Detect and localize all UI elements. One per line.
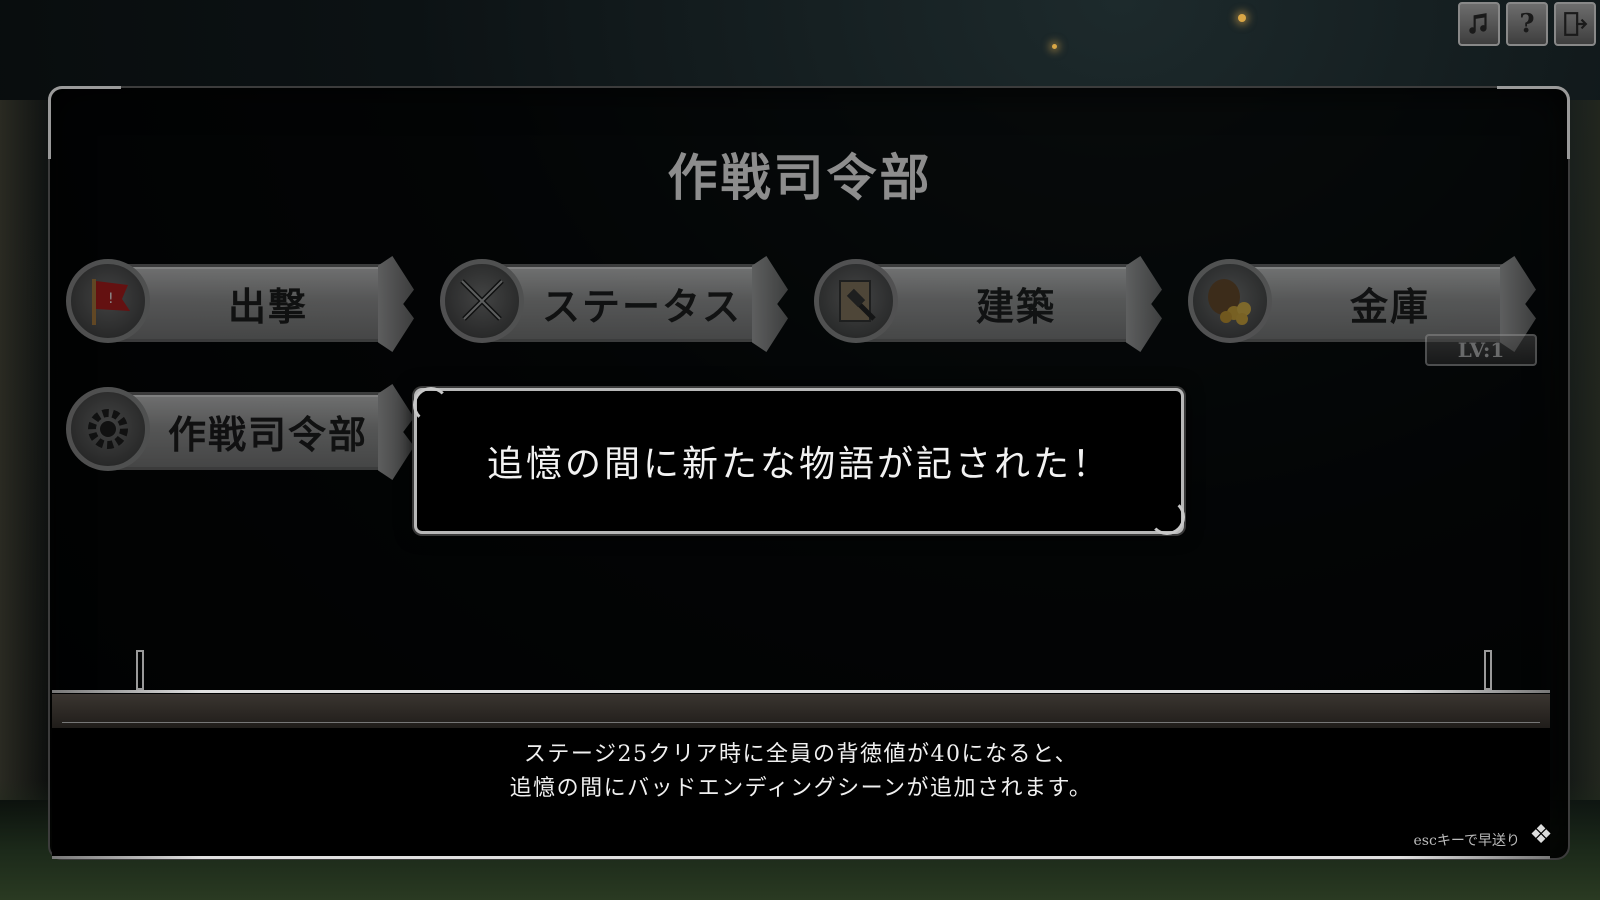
frame-ornament-right: [1484, 650, 1492, 690]
build-label: 建築: [975, 283, 1056, 329]
skip-hint: escキーで早送り: [1413, 833, 1520, 849]
fast-forward-ornament-icon[interactable]: ❖: [1526, 820, 1556, 850]
background-light: [1052, 44, 1057, 49]
gear-icon: [66, 387, 150, 471]
ornament-curl: [413, 387, 449, 423]
frame-ornament-left: [136, 650, 144, 690]
exit-door-icon: [1564, 12, 1588, 36]
build-button[interactable]: 建築: [806, 256, 1162, 352]
background-light: [1238, 14, 1246, 22]
vault-label: 金庫: [1349, 283, 1430, 329]
notification-text: 追憶の間に新たな物語が記された！: [486, 444, 1111, 485]
red-flag-icon: !: [66, 259, 150, 343]
sortie-button[interactable]: ! 出撃: [58, 256, 414, 352]
vault-level-badge: LV:1: [1425, 334, 1537, 366]
command-hq-button[interactable]: 作戦司令部: [58, 384, 414, 480]
status-label: ステータス: [541, 283, 742, 329]
exit-button[interactable]: [1554, 2, 1596, 46]
message-text: ステージ25クリア時に全員の背徳値が40になると、 追憶の間にバッドエンディング…: [52, 738, 1550, 806]
crossed-swords-icon: [440, 259, 524, 343]
help-button[interactable]: ?: [1506, 2, 1548, 46]
music-note-icon: [1469, 13, 1487, 34]
ornament-curl: [1149, 499, 1185, 535]
message-line-1: ステージ25クリア時に全員の背徳値が40になると、: [523, 742, 1079, 767]
command-hq-label: 作戦司令部: [167, 411, 368, 457]
status-button[interactable]: ステータス: [432, 256, 788, 352]
message-line-2: 追憶の間にバッドエンディングシーンが追加されます。: [509, 776, 1093, 801]
system-buttons: ?: [1458, 2, 1596, 46]
gold-coins-bag-icon: [1188, 259, 1272, 343]
page-title: 作戦司令部: [667, 148, 933, 207]
svg-text:!: !: [108, 291, 114, 307]
sortie-label: 出撃: [227, 283, 308, 329]
help-icon: ?: [1519, 9, 1535, 39]
message-window-top-border: [52, 690, 1550, 693]
notification-popup[interactable]: 追憶の間に新たな物語が記された！: [413, 387, 1185, 535]
vault-button[interactable]: 金庫: [1180, 256, 1536, 352]
hammer-scroll-icon: [814, 259, 898, 343]
message-window-bottom-border: [52, 856, 1550, 859]
music-button[interactable]: [1458, 2, 1500, 46]
message-window-divider: [62, 722, 1540, 723]
